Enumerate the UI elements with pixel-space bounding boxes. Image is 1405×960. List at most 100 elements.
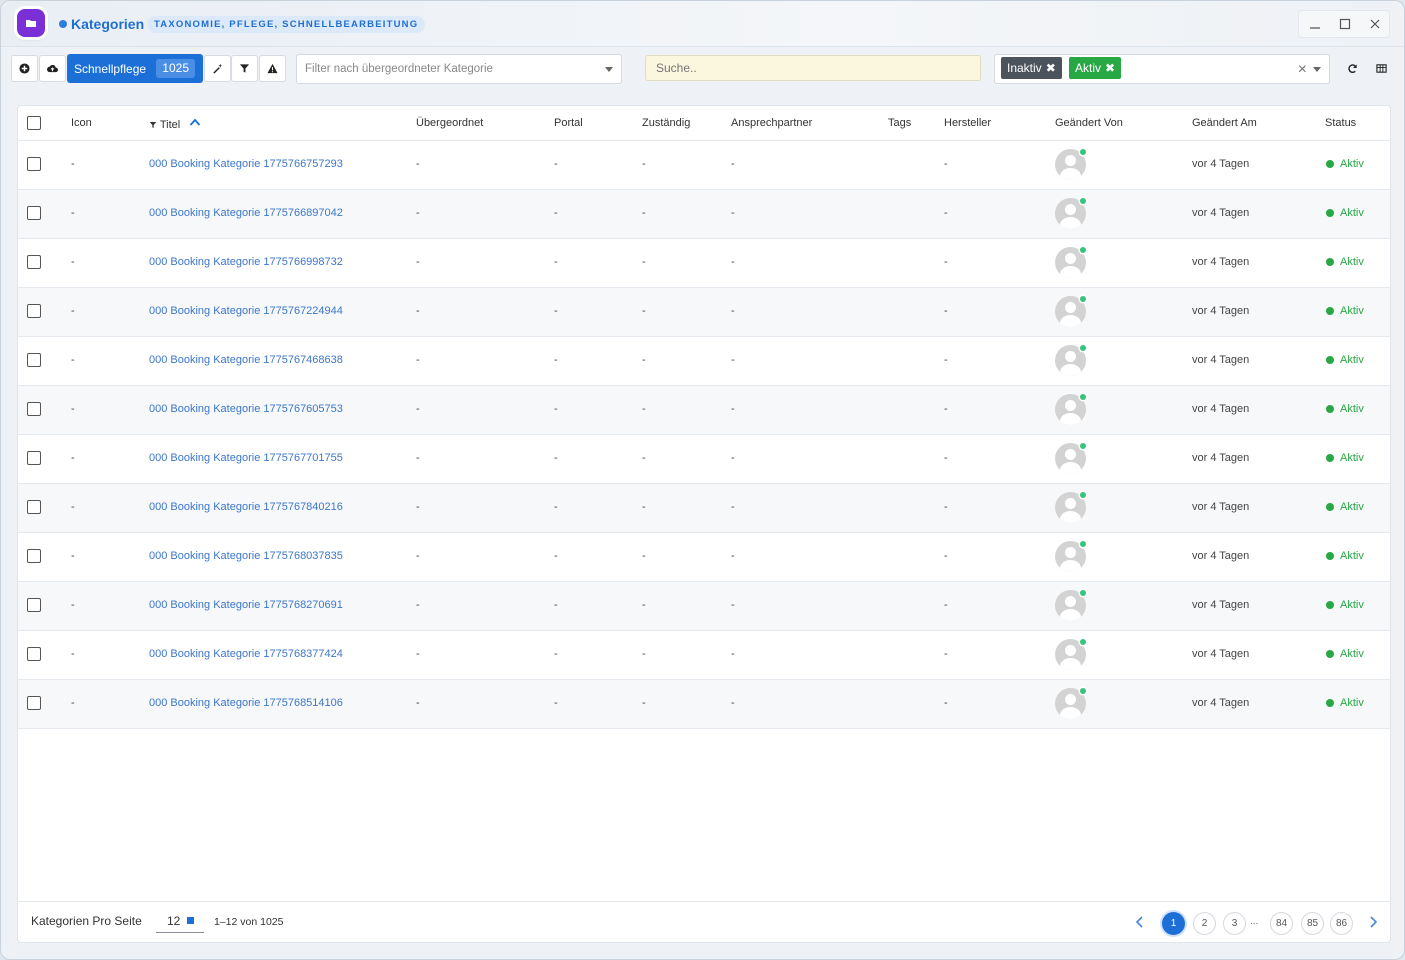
magic-button[interactable] <box>204 55 231 82</box>
row-parent: - <box>416 403 420 415</box>
sort-ascending-icon[interactable] <box>189 117 201 127</box>
table-row[interactable]: - 000 Booking Kategorie 1775767840216 - - - -… <box>18 484 1390 533</box>
row-title-link[interactable]: 000 Booking Kategorie 1775767224944 <box>149 305 343 317</box>
row-checkbox[interactable] <box>27 500 41 514</box>
table-row[interactable]: - 000 Booking Kategorie 1775767224944 - - - -… <box>18 288 1390 337</box>
row-icon: - <box>71 501 75 513</box>
row-portal: - <box>554 550 558 562</box>
page-button-84[interactable]: 84 <box>1270 912 1293 935</box>
close-icon[interactable] <box>1360 10 1390 38</box>
column-changed-by[interactable]: Geändert Von <box>1055 117 1123 129</box>
filter-icon <box>149 122 157 128</box>
warning-button[interactable] <box>259 55 286 82</box>
status-chip-inaktiv[interactable]: Inaktiv ✖ <box>1001 57 1062 79</box>
row-title-link[interactable]: 000 Booking Kategorie 1775768037835 <box>149 550 343 562</box>
row-checkbox[interactable] <box>27 157 41 171</box>
row-checkbox[interactable] <box>27 549 41 563</box>
row-checkbox[interactable] <box>27 353 41 367</box>
status-dot <box>1326 650 1334 658</box>
search-input[interactable] <box>645 55 981 81</box>
table-row[interactable]: - 000 Booking Kategorie 1775767468638 - - - -… <box>18 337 1390 386</box>
page-button-1[interactable]: 1 <box>1162 912 1185 935</box>
upload-button[interactable] <box>39 55 66 82</box>
row-contact: - <box>731 648 735 660</box>
status-dot <box>1326 552 1334 560</box>
column-portal[interactable]: Portal <box>554 117 583 129</box>
row-responsible: - <box>642 354 646 366</box>
column-changed-at[interactable]: Geändert Am <box>1192 117 1257 129</box>
column-tags[interactable]: Tags <box>888 117 911 129</box>
row-title-link[interactable]: 000 Booking Kategorie 1775768514106 <box>149 697 343 709</box>
column-icon[interactable]: Icon <box>71 117 92 129</box>
per-page-value: 12 <box>167 914 181 928</box>
online-indicator <box>1080 443 1086 449</box>
row-title-link[interactable]: 000 Booking Kategorie 1775766757293 <box>149 158 343 170</box>
row-responsible: - <box>642 599 646 611</box>
minimize-icon[interactable] <box>1300 10 1330 38</box>
quick-edit-button[interactable]: Schnellpflege 1025 <box>67 54 203 83</box>
row-title-link[interactable]: 000 Booking Kategorie 1775767468638 <box>149 354 343 366</box>
table-row[interactable]: - 000 Booking Kategorie 1775768270691 - - - -… <box>18 582 1390 631</box>
row-title-link[interactable]: 000 Booking Kategorie 1775767605753 <box>149 403 343 415</box>
table-row[interactable]: - 000 Booking Kategorie 1775768037835 - - - -… <box>18 533 1390 582</box>
row-responsible: - <box>642 207 646 219</box>
row-title-link[interactable]: 000 Booking Kategorie 1775766998732 <box>149 256 343 268</box>
row-responsible: - <box>642 550 646 562</box>
row-title-link[interactable]: 000 Booking Kategorie 1775768377424 <box>149 648 343 660</box>
page-button-2[interactable]: 2 <box>1193 912 1216 935</box>
add-button[interactable] <box>11 55 38 82</box>
parent-category-filter[interactable]: Filter nach übergeordneter Kategorie <box>296 54 622 84</box>
row-title-link[interactable]: 000 Booking Kategorie 1775767840216 <box>149 501 343 513</box>
row-title-link[interactable]: 000 Booking Kategorie 1775768270691 <box>149 599 343 611</box>
table-row[interactable]: - 000 Booking Kategorie 1775768377424 - - - -… <box>18 631 1390 680</box>
select-all-checkbox[interactable] <box>27 116 41 130</box>
row-checkbox[interactable] <box>27 451 41 465</box>
prev-page-icon[interactable] <box>1135 915 1147 931</box>
row-checkbox[interactable] <box>27 304 41 318</box>
column-status[interactable]: Status <box>1325 117 1356 129</box>
row-icon: - <box>71 697 75 709</box>
table-columns-icon <box>1376 64 1387 73</box>
table-row[interactable]: - 000 Booking Kategorie 1775768514106 - - - -… <box>18 680 1390 729</box>
row-checkbox[interactable] <box>27 402 41 416</box>
refresh-button[interactable] <box>1339 55 1366 82</box>
row-status: Aktiv <box>1340 648 1364 660</box>
per-page-select[interactable]: 12 <box>156 912 204 933</box>
row-title-link[interactable]: 000 Booking Kategorie 1775767701755 <box>149 452 343 464</box>
next-page-icon[interactable] <box>1368 915 1380 931</box>
column-manufacturer[interactable]: Hersteller <box>944 117 991 129</box>
remove-chip-icon[interactable]: ✖ <box>1046 61 1056 75</box>
columns-button[interactable] <box>1368 55 1395 82</box>
row-contact: - <box>731 550 735 562</box>
remove-chip-icon[interactable]: ✖ <box>1105 61 1115 75</box>
table-row[interactable]: - 000 Booking Kategorie 1775766757293 - - - -… <box>18 141 1390 190</box>
column-parent[interactable]: Übergeordnet <box>416 117 483 129</box>
row-checkbox[interactable] <box>27 206 41 220</box>
row-manufacturer: - <box>944 599 948 611</box>
chevron-down-icon <box>1313 67 1321 72</box>
column-responsible[interactable]: Zuständig <box>642 117 690 129</box>
table-row[interactable]: - 000 Booking Kategorie 1775766998732 - - - -… <box>18 239 1390 288</box>
column-title[interactable]: Titel <box>149 117 201 131</box>
row-checkbox[interactable] <box>27 598 41 612</box>
row-responsible: - <box>642 501 646 513</box>
page-button-3[interactable]: 3 <box>1223 912 1246 935</box>
online-indicator <box>1080 149 1086 155</box>
row-changed-at: vor 4 Tagen <box>1192 501 1250 513</box>
maximize-icon[interactable] <box>1330 10 1360 38</box>
title-status-dot <box>59 20 67 28</box>
row-checkbox[interactable] <box>27 696 41 710</box>
column-contact[interactable]: Ansprechpartner <box>731 117 812 129</box>
table-row[interactable]: - 000 Booking Kategorie 1775766897042 - - - -… <box>18 190 1390 239</box>
filter-button[interactable] <box>231 55 258 82</box>
row-checkbox[interactable] <box>27 255 41 269</box>
page-button-86[interactable]: 86 <box>1330 912 1353 935</box>
table-row[interactable]: - 000 Booking Kategorie 1775767701755 - - - -… <box>18 435 1390 484</box>
row-checkbox[interactable] <box>27 647 41 661</box>
row-title-link[interactable]: 000 Booking Kategorie 1775766897042 <box>149 207 343 219</box>
table-row[interactable]: - 000 Booking Kategorie 1775767605753 - - - -… <box>18 386 1390 435</box>
page-button-85[interactable]: 85 <box>1301 912 1324 935</box>
clear-icon[interactable]: × <box>1298 61 1307 79</box>
status-dot <box>1326 503 1334 511</box>
status-chip-aktiv[interactable]: Aktiv ✖ <box>1069 57 1122 79</box>
